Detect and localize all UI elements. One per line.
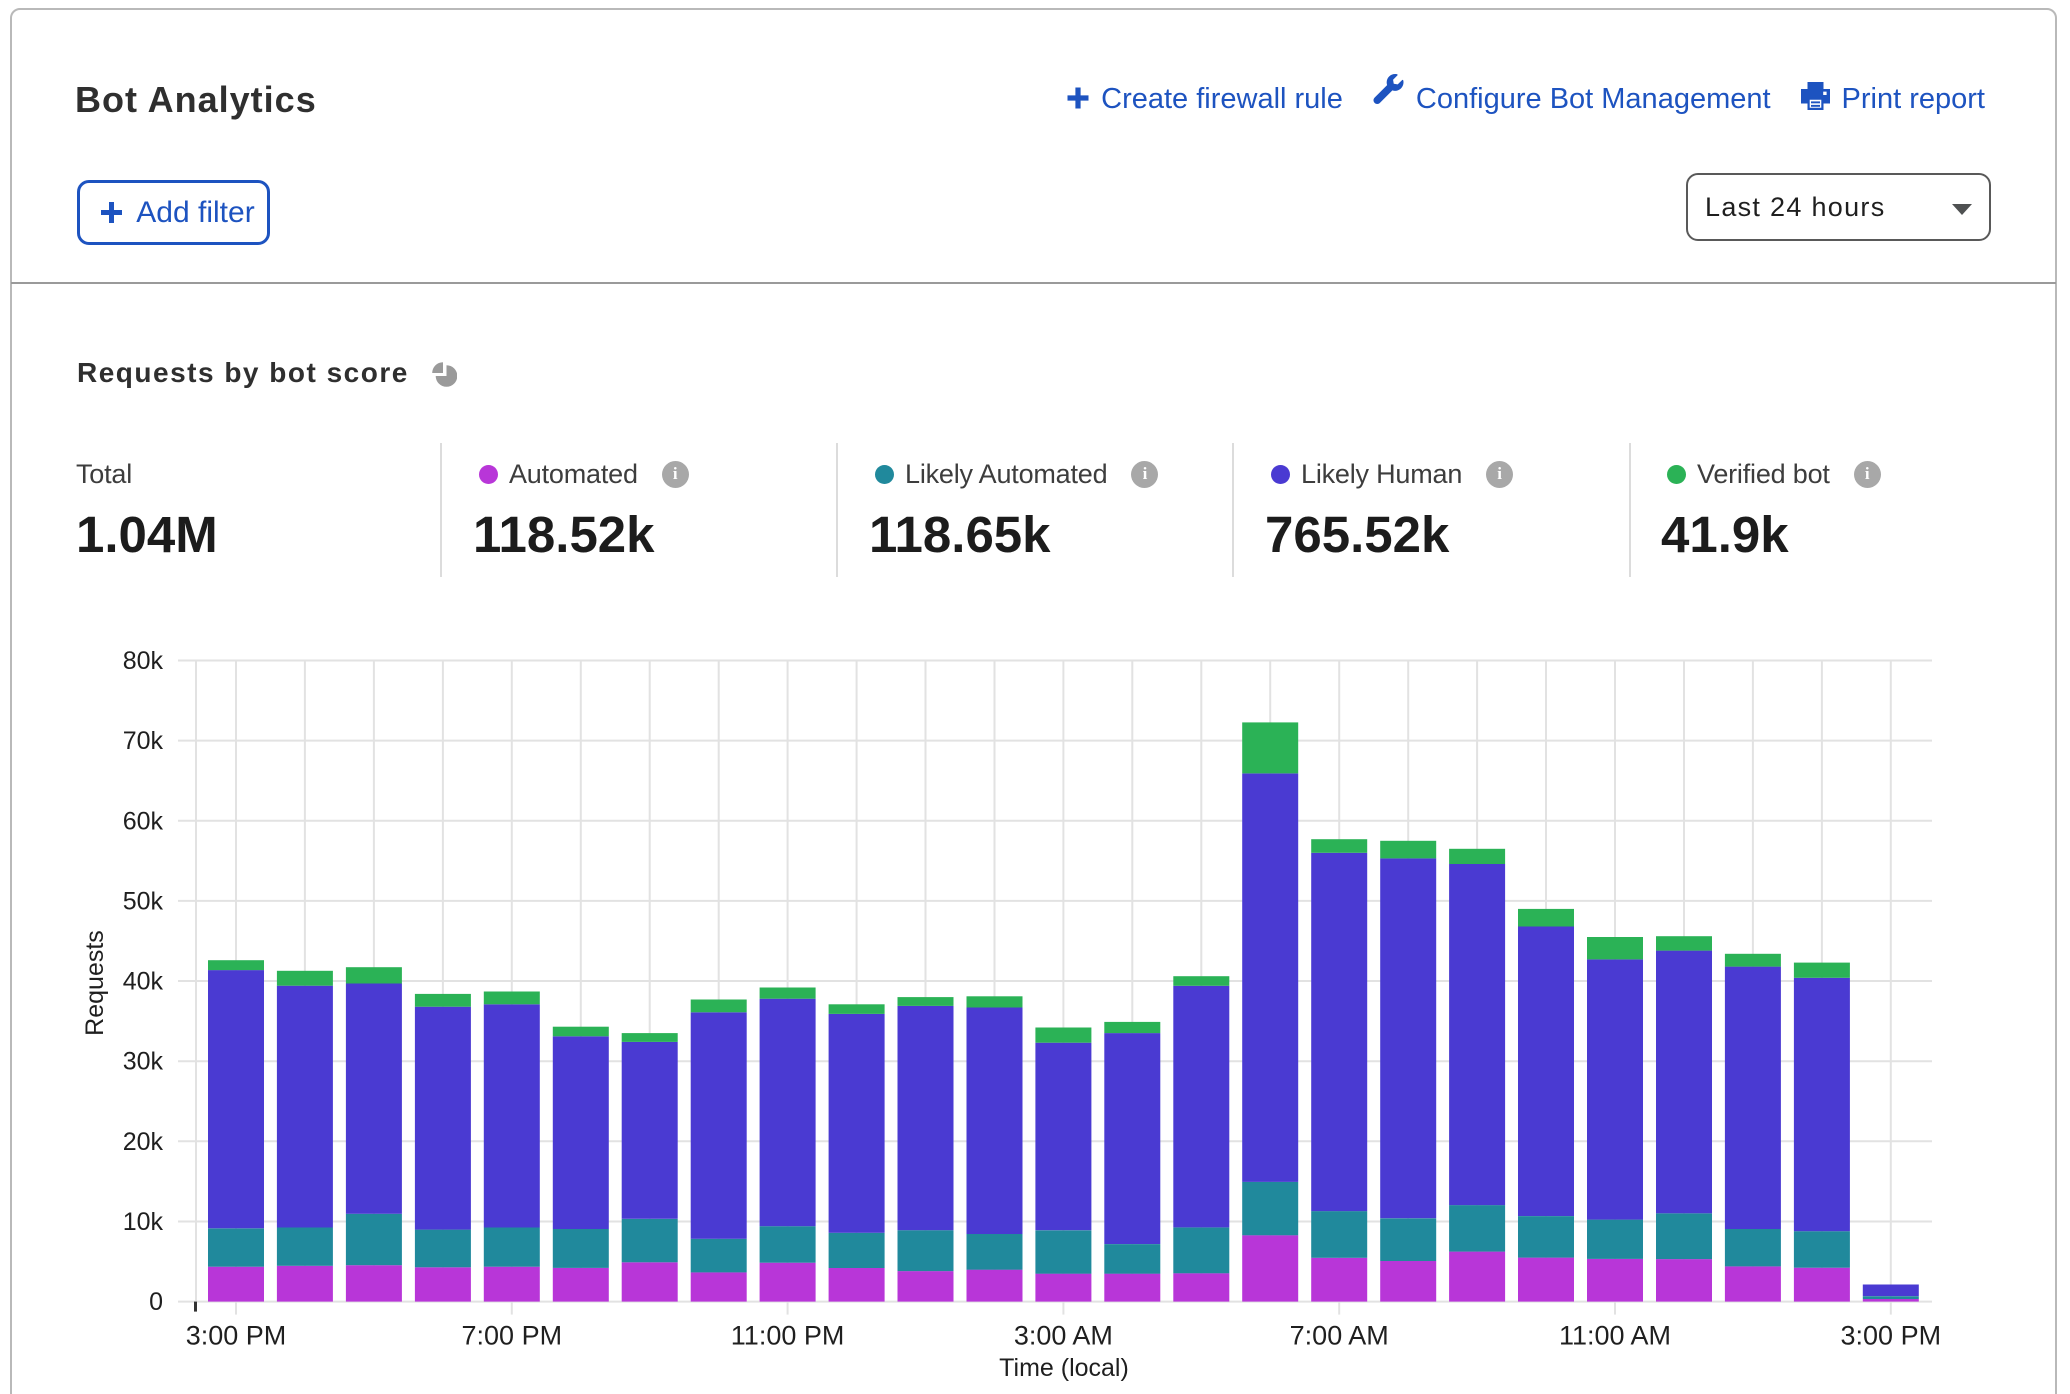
- svg-text:40k: 40k: [123, 968, 164, 996]
- svg-text:80k: 80k: [123, 647, 164, 675]
- svg-text:3:00 PM: 3:00 PM: [1841, 1321, 1942, 1351]
- svg-text:7:00 AM: 7:00 AM: [1290, 1321, 1389, 1351]
- svg-text:0: 0: [149, 1288, 163, 1316]
- svg-text:50k: 50k: [123, 887, 164, 915]
- svg-text:Requests: Requests: [81, 930, 109, 1036]
- svg-text:20k: 20k: [123, 1128, 164, 1156]
- svg-text:11:00 AM: 11:00 AM: [1559, 1321, 1671, 1351]
- svg-text:11:00 PM: 11:00 PM: [731, 1321, 845, 1351]
- svg-text:7:00 PM: 7:00 PM: [462, 1321, 563, 1351]
- svg-text:3:00 AM: 3:00 AM: [1014, 1321, 1113, 1351]
- svg-text:10k: 10k: [123, 1208, 164, 1236]
- svg-text:30k: 30k: [123, 1048, 164, 1076]
- svg-text:3:00 PM: 3:00 PM: [186, 1321, 287, 1351]
- svg-text:70k: 70k: [123, 727, 164, 755]
- svg-text:Time (local): Time (local): [999, 1354, 1129, 1382]
- svg-text:60k: 60k: [123, 807, 164, 835]
